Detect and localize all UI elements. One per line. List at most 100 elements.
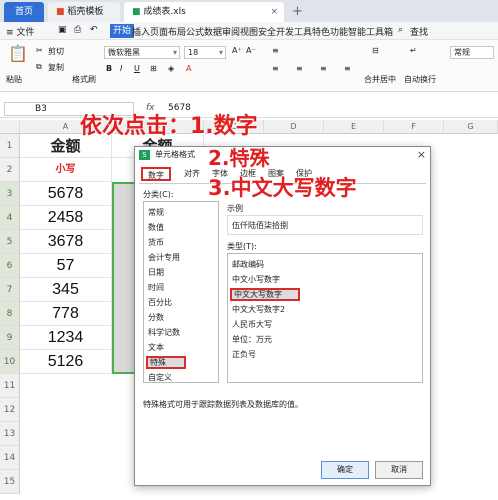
fill-color-icon[interactable]: ◈	[168, 64, 174, 73]
cell-a6[interactable]: 57	[20, 254, 112, 278]
format-painter-button[interactable]: 格式刷	[72, 74, 96, 85]
row-header-7[interactable]: 7	[0, 278, 20, 302]
row-header-14[interactable]: 14	[0, 446, 20, 470]
align-right-icon[interactable]: ≡	[320, 64, 327, 73]
row-header-4[interactable]: 4	[0, 206, 20, 230]
underline-icon[interactable]: U	[134, 64, 140, 73]
type-item[interactable]: 中文大写数字2	[230, 303, 405, 316]
italic-icon[interactable]: I	[120, 64, 122, 73]
menu-data[interactable]: 数据	[204, 25, 222, 38]
save-icon[interactable]: ▣	[58, 25, 67, 35]
tab-home[interactable]: 首页	[4, 2, 44, 22]
align-top-icon[interactable]: ≡	[272, 46, 279, 55]
increase-font-icon[interactable]: A⁺	[232, 46, 242, 55]
category-list[interactable]: 常规 数值 货币 会计专用 日期 时间 百分比 分数 科学记数 文本 特殊 自定…	[143, 201, 219, 383]
tab-template[interactable]: ■ 稻壳模板	[48, 2, 120, 22]
ok-button[interactable]: 确定	[321, 461, 369, 479]
type-list[interactable]: 邮政编码 中文小写数字 中文大写数字 中文大写数字2 人民币大写 单位：万元 正…	[227, 253, 423, 383]
paste-button[interactable]: 粘贴	[6, 74, 22, 85]
print-icon[interactable]: ⎙	[74, 25, 81, 35]
auto-wrap-button[interactable]: 自动换行	[404, 74, 436, 85]
row-header-6[interactable]: 6	[0, 254, 20, 278]
category-item[interactable]: 分数	[146, 311, 213, 324]
justify-icon[interactable]: ≡	[344, 64, 351, 73]
menu-review[interactable]: 审阅	[222, 25, 240, 38]
row-header-1[interactable]: 1	[0, 134, 20, 158]
cell-a5[interactable]: 3678	[20, 230, 112, 254]
row-header-9[interactable]: 9	[0, 326, 20, 350]
select-all-corner[interactable]	[0, 120, 20, 134]
col-header-e[interactable]: E	[324, 120, 384, 134]
row-header-8[interactable]: 8	[0, 302, 20, 326]
cell-a4[interactable]: 2458	[20, 206, 112, 230]
menu-page-layout[interactable]: 页面布局	[150, 25, 186, 38]
undo-icon[interactable]: ↶	[90, 25, 98, 35]
paste-icon[interactable]: 📋	[8, 44, 28, 63]
menu-formula[interactable]: 公式	[186, 25, 204, 38]
row-header-10[interactable]: 10	[0, 350, 20, 374]
category-item[interactable]: 文本	[146, 341, 213, 354]
font-color-icon[interactable]: A	[186, 64, 191, 73]
row-header-5[interactable]: 5	[0, 230, 20, 254]
row-header-3[interactable]: 3	[0, 182, 20, 206]
menu-start[interactable]: 开始	[110, 24, 135, 38]
row-header-2[interactable]: 2	[0, 158, 20, 182]
menu-smart-tools[interactable]: 智能工具箱	[348, 25, 393, 38]
align-center-icon[interactable]: ≡	[296, 64, 303, 73]
cancel-button[interactable]: 取消	[375, 461, 423, 479]
row-header-12[interactable]: 12	[0, 398, 20, 422]
col-header-d[interactable]: D	[264, 120, 324, 134]
cell-a10[interactable]: 5126	[20, 350, 112, 374]
tab-alignment[interactable]: 对齐	[179, 167, 205, 181]
col-header-f[interactable]: F	[384, 120, 444, 134]
row-header-13[interactable]: 13	[0, 422, 20, 446]
font-size-select[interactable]: 18 ▾	[184, 46, 226, 59]
tab-file[interactable]: ■ 成绩表.xls ×	[124, 2, 284, 22]
type-item[interactable]: 邮政编码	[230, 258, 405, 271]
cell-a9[interactable]: 1234	[20, 326, 112, 350]
menu-file[interactable]: ≡ 文件	[6, 25, 34, 38]
category-item-special[interactable]: 特殊	[146, 356, 186, 369]
copy-button[interactable]: 复制	[48, 62, 64, 73]
col-header-g[interactable]: G	[444, 120, 498, 134]
category-item[interactable]: 会计专用	[146, 251, 213, 264]
row-header-11[interactable]: 11	[0, 374, 20, 398]
cell-a2[interactable]: 小写	[20, 158, 112, 182]
menu-search[interactable]: 查找	[410, 25, 428, 38]
new-tab-button[interactable]: +	[292, 4, 303, 19]
cut-button[interactable]: 剪切	[48, 46, 64, 57]
menu-security[interactable]: 安全	[258, 25, 276, 38]
type-item[interactable]: 人民币大写	[230, 318, 405, 331]
font-name-select[interactable]: 微软雅黑 ▾	[104, 46, 180, 59]
cell-a8[interactable]: 778	[20, 302, 112, 326]
category-item[interactable]: 常规	[146, 206, 213, 219]
category-item[interactable]: 日期	[146, 266, 213, 279]
wrap-icon[interactable]: ↵	[410, 46, 417, 55]
category-item[interactable]: 自定义	[146, 371, 213, 382]
type-item[interactable]: 中文小写数字	[230, 273, 405, 286]
menu-view[interactable]: 视图	[240, 25, 258, 38]
menu-insert[interactable]: 插入	[132, 25, 150, 38]
tab-number[interactable]: 数字	[141, 167, 171, 181]
close-icon[interactable]: ×	[417, 147, 426, 163]
bold-icon[interactable]: B	[106, 64, 112, 73]
category-item[interactable]: 时间	[146, 281, 213, 294]
cell-a3[interactable]: 5678	[20, 182, 112, 206]
merge-center-button[interactable]: 合并居中	[364, 74, 396, 85]
menu-features[interactable]: 特色功能	[312, 25, 348, 38]
number-format-select[interactable]: 常规	[450, 46, 494, 59]
category-item[interactable]: 货币	[146, 236, 213, 249]
close-tab-icon[interactable]: ×	[270, 2, 278, 22]
menu-dev-tools[interactable]: 开发工具	[276, 25, 312, 38]
category-item[interactable]: 数值	[146, 221, 213, 234]
type-item-chinese-uppercase[interactable]: 中文大写数字	[230, 288, 300, 301]
border-icon[interactable]: ⊞	[150, 64, 157, 73]
row-header-15[interactable]: 15	[0, 470, 20, 494]
search-icon[interactable]: ⌕	[398, 25, 403, 35]
align-left-icon[interactable]: ≡	[272, 64, 279, 73]
type-item[interactable]: 单位：万元	[230, 333, 405, 346]
decrease-font-icon[interactable]: A⁻	[246, 46, 256, 55]
type-item[interactable]: 正负号	[230, 348, 405, 361]
category-item[interactable]: 百分比	[146, 296, 213, 309]
cut-icon[interactable]: ✂	[36, 46, 43, 55]
